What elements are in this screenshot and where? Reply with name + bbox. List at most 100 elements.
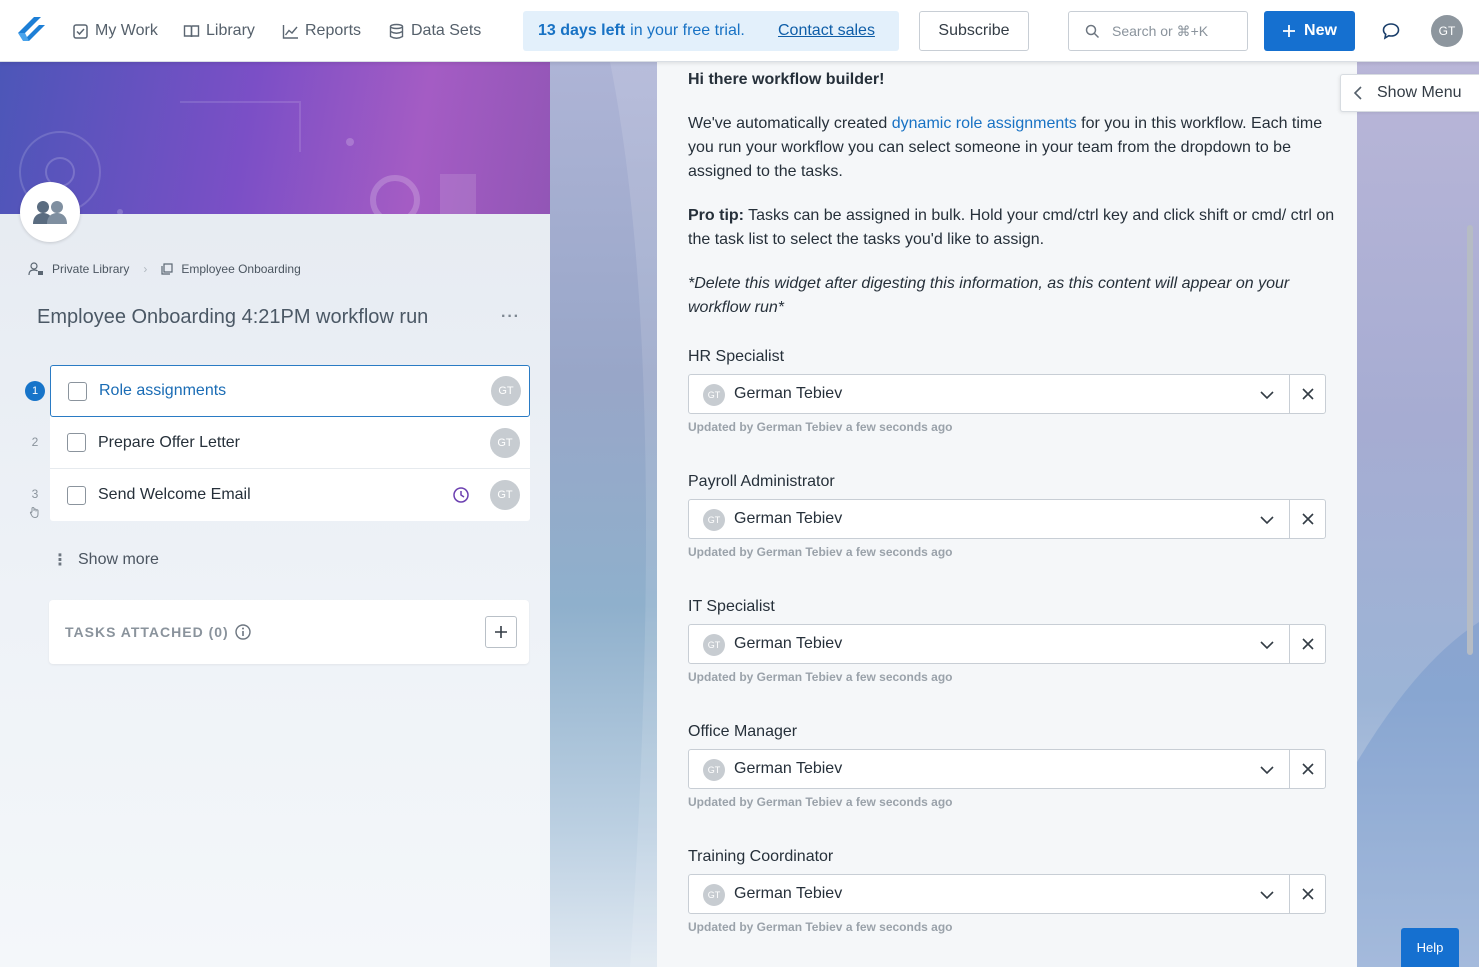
task-label[interactable]: Role assignments bbox=[99, 382, 226, 400]
task-prepare-offer-letter[interactable]: Prepare Offer Letter GT bbox=[50, 417, 530, 469]
clear-icon[interactable] bbox=[1301, 762, 1315, 776]
assignee-name: German Tebiev bbox=[734, 510, 843, 527]
users-icon bbox=[33, 201, 67, 224]
show-menu-label: Show Menu bbox=[1377, 84, 1462, 101]
top-navbar: My Work Library Reports Data Sets 13 day… bbox=[0, 0, 1479, 62]
new-button-label: New bbox=[1304, 22, 1337, 39]
nav-label: Data Sets bbox=[411, 22, 482, 39]
clear-icon[interactable] bbox=[1301, 887, 1315, 901]
app-logo-icon[interactable] bbox=[14, 13, 48, 47]
task-list: Role assignments GT Prepare Offer Letter… bbox=[50, 365, 530, 521]
task-number: 3 bbox=[31, 487, 39, 501]
show-more-button[interactable]: ⋮ Show more bbox=[52, 550, 159, 570]
nav-library[interactable]: Library bbox=[183, 20, 255, 42]
subscribe-button[interactable]: Subscribe bbox=[919, 11, 1029, 51]
new-button[interactable]: New bbox=[1264, 11, 1355, 51]
clear-icon[interactable] bbox=[1301, 512, 1315, 526]
task-label[interactable]: Send Welcome Email bbox=[98, 486, 251, 504]
pro-tip-label: Pro tip: bbox=[688, 207, 744, 224]
background-strip-right bbox=[1357, 62, 1479, 967]
plus-icon bbox=[495, 626, 507, 638]
info-paragraph: We've automatically created dynamic role… bbox=[688, 112, 1338, 184]
page-title[interactable]: Employee Onboarding 4:21PM workflow run bbox=[37, 306, 428, 329]
assignee-name: German Tebiev bbox=[734, 635, 843, 652]
task-content: Hi there workflow builder! We've automat… bbox=[657, 62, 1357, 967]
clock-icon[interactable] bbox=[452, 486, 470, 504]
task-number-active: 1 bbox=[25, 381, 45, 401]
task-label[interactable]: Prepare Offer Letter bbox=[98, 434, 240, 452]
greeting-heading: Hi there workflow builder! bbox=[688, 71, 885, 88]
role-label: IT Specialist bbox=[688, 598, 775, 615]
role-assignee-dropdown[interactable]: GT German Tebiev bbox=[688, 499, 1326, 539]
task-number: 2 bbox=[31, 435, 39, 449]
breadcrumb-employee-onboarding[interactable]: Employee Onboarding bbox=[181, 262, 300, 276]
trial-text: in your free trial. bbox=[630, 22, 745, 39]
show-menu-button[interactable]: Show Menu bbox=[1340, 74, 1479, 112]
search-icon bbox=[1085, 24, 1100, 38]
divider bbox=[1289, 625, 1290, 663]
help-button[interactable]: Help bbox=[1401, 928, 1459, 967]
chevron-left-icon bbox=[1353, 86, 1362, 100]
task-checkbox[interactable] bbox=[68, 381, 87, 401]
banner-decoration bbox=[19, 101, 476, 214]
role-assignee-dropdown[interactable]: GT German Tebiev bbox=[688, 374, 1326, 414]
task-checkbox[interactable] bbox=[67, 485, 86, 505]
task-send-welcome-email[interactable]: Send Welcome Email GT bbox=[50, 469, 530, 521]
updated-by-text: Updated by German Tebiev a few seconds a… bbox=[688, 420, 953, 434]
pro-tip-paragraph: Pro tip: Tasks can be assigned in bulk. … bbox=[688, 204, 1338, 252]
plus-icon bbox=[1283, 25, 1296, 37]
updated-by-text: Updated by German Tebiev a few seconds a… bbox=[688, 920, 953, 934]
user-avatar[interactable]: GT bbox=[1431, 15, 1463, 47]
contact-sales-link[interactable]: Contact sales bbox=[778, 22, 875, 40]
clear-icon[interactable] bbox=[1301, 637, 1315, 651]
tasks-attached-label: TASKS ATTACHED (0) bbox=[65, 624, 251, 640]
assignee-avatar: GT bbox=[703, 384, 725, 406]
chevron-down-icon[interactable] bbox=[1259, 762, 1275, 778]
background-decoration bbox=[610, 62, 657, 967]
assignee-avatar[interactable]: GT bbox=[491, 376, 521, 406]
chevron-down-icon[interactable] bbox=[1259, 887, 1275, 903]
nav-label: Reports bbox=[305, 22, 362, 39]
assignee-name: German Tebiev bbox=[734, 385, 843, 402]
checkbox-icon bbox=[73, 23, 88, 39]
chat-bubble-icon[interactable] bbox=[1381, 21, 1401, 41]
delete-widget-note: *Delete this widget after digesting this… bbox=[688, 275, 1290, 316]
assignee-avatar: GT bbox=[703, 509, 725, 531]
info-icon[interactable] bbox=[235, 624, 251, 640]
user-lock-icon bbox=[28, 262, 43, 276]
breadcrumb-private-library[interactable]: Private Library bbox=[52, 262, 129, 276]
assignee-avatar[interactable]: GT bbox=[490, 427, 520, 458]
clear-icon[interactable] bbox=[1301, 387, 1315, 401]
drag-handle-icon[interactable] bbox=[28, 505, 42, 519]
chevron-down-icon[interactable] bbox=[1259, 387, 1275, 403]
copy-icon bbox=[161, 263, 173, 275]
task-checkbox[interactable] bbox=[67, 433, 86, 452]
more-options-icon[interactable]: ··· bbox=[501, 308, 520, 326]
role-field-office-manager: Office Manager GT German Tebiev Updated … bbox=[688, 723, 1326, 809]
role-assignee-dropdown[interactable]: GT German Tebiev bbox=[688, 624, 1326, 664]
add-task-attached-button[interactable] bbox=[485, 616, 517, 648]
assignee-avatar[interactable]: GT bbox=[490, 480, 520, 510]
nav-label: Library bbox=[206, 22, 255, 39]
nav-data-sets[interactable]: Data Sets bbox=[388, 20, 481, 42]
role-assignee-dropdown[interactable]: GT German Tebiev bbox=[688, 749, 1326, 789]
scrollbar[interactable] bbox=[1467, 225, 1473, 655]
search-placeholder: Search or ⌘+K bbox=[1112, 22, 1209, 39]
book-icon bbox=[183, 24, 200, 37]
chevron-down-icon[interactable] bbox=[1259, 637, 1275, 653]
trial-banner: 13 days left in your free trial. Contact… bbox=[523, 11, 899, 51]
chevron-right-icon: › bbox=[143, 262, 148, 276]
chart-line-icon bbox=[282, 24, 298, 39]
dynamic-role-assignments-link[interactable]: dynamic role assignments bbox=[892, 115, 1077, 132]
show-more-label: Show more bbox=[78, 551, 159, 568]
chevron-down-icon[interactable] bbox=[1259, 512, 1275, 528]
divider bbox=[1289, 875, 1290, 913]
search-input[interactable]: Search or ⌘+K bbox=[1068, 11, 1248, 51]
breadcrumb: Private Library › Employee Onboarding bbox=[28, 262, 301, 276]
task-role-assignments[interactable]: Role assignments GT bbox=[50, 365, 530, 417]
role-assignee-dropdown[interactable]: GT German Tebiev bbox=[688, 874, 1326, 914]
info-text: We've automatically created bbox=[688, 115, 888, 132]
nav-reports[interactable]: Reports bbox=[282, 20, 361, 42]
nav-my-work[interactable]: My Work bbox=[72, 20, 158, 42]
role-field-hr-specialist: HR Specialist GT German Tebiev Updated b… bbox=[688, 348, 1326, 434]
